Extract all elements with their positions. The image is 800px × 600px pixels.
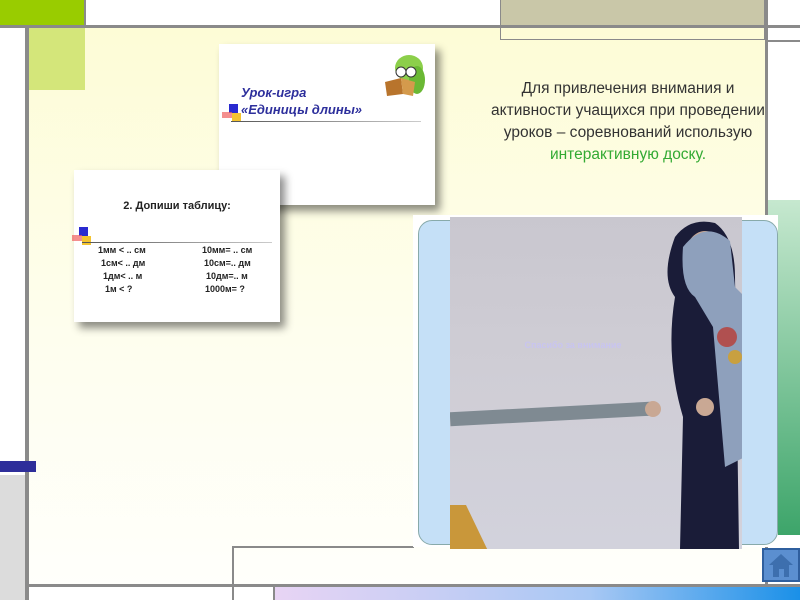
main-text: Для привлечения внимания и активности уч…: [488, 78, 768, 166]
frame-divider: [84, 0, 86, 28]
lesson-title-line-1: Урок-игра: [241, 85, 307, 100]
table-cell: 1м < ?: [105, 284, 133, 294]
main-text-body: Для привлечения внимания и активности уч…: [491, 80, 765, 141]
blue-bar: [0, 461, 36, 472]
lesson-title: Урок-игра «Единицы длины»: [241, 84, 362, 118]
table-cell: 1мм < .. см: [98, 245, 146, 255]
table-cell: 10см=.. дм: [204, 258, 251, 268]
home-icon: [769, 554, 793, 577]
table-cell: 10дм=.. м: [206, 271, 248, 281]
bottom-gradient-bar: [275, 587, 800, 600]
right-frame-line: [767, 40, 800, 42]
reading-character-icon: [379, 50, 427, 98]
table-cell: 1000м= ?: [205, 284, 245, 294]
slide-thumbnail-table: 2. Допиши таблицу: 1мм < .. см 1см< .. д…: [72, 170, 280, 322]
main-text-highlight: интерактивную доску.: [549, 146, 707, 163]
top-frame-line: [0, 25, 800, 28]
lesson-title-line-2: «Единицы длины»: [241, 102, 363, 117]
inner-frame-horizontal: [232, 546, 414, 548]
inner-frame-vertical: [232, 546, 234, 600]
table-cell: 1см< .. дм: [101, 258, 146, 268]
bullet-marker-icon: [222, 104, 241, 126]
table-title: 2. Допиши таблицу:: [123, 200, 231, 212]
green-corner-block: [0, 0, 28, 26]
left-gray-block: [0, 475, 25, 600]
green-corner-block-ext: [28, 0, 85, 26]
bullet-marker-icon: [72, 227, 91, 249]
teacher-at-board-photo: Спасибо за внимание: [450, 217, 742, 549]
title-rule: [231, 121, 421, 122]
home-button[interactable]: [762, 548, 800, 582]
board-text: Спасибо за внимание: [524, 340, 622, 350]
tan-block-outline: [500, 0, 765, 40]
desk: [450, 505, 490, 549]
teacher-figure: [645, 221, 742, 549]
left-frame-line: [25, 28, 29, 600]
light-green-block: [28, 28, 85, 90]
board-rail: [450, 401, 651, 427]
table-cell: 1дм< .. м: [103, 271, 143, 281]
table-cell: 10мм= .. см: [202, 245, 253, 255]
table-rule: [82, 242, 272, 243]
